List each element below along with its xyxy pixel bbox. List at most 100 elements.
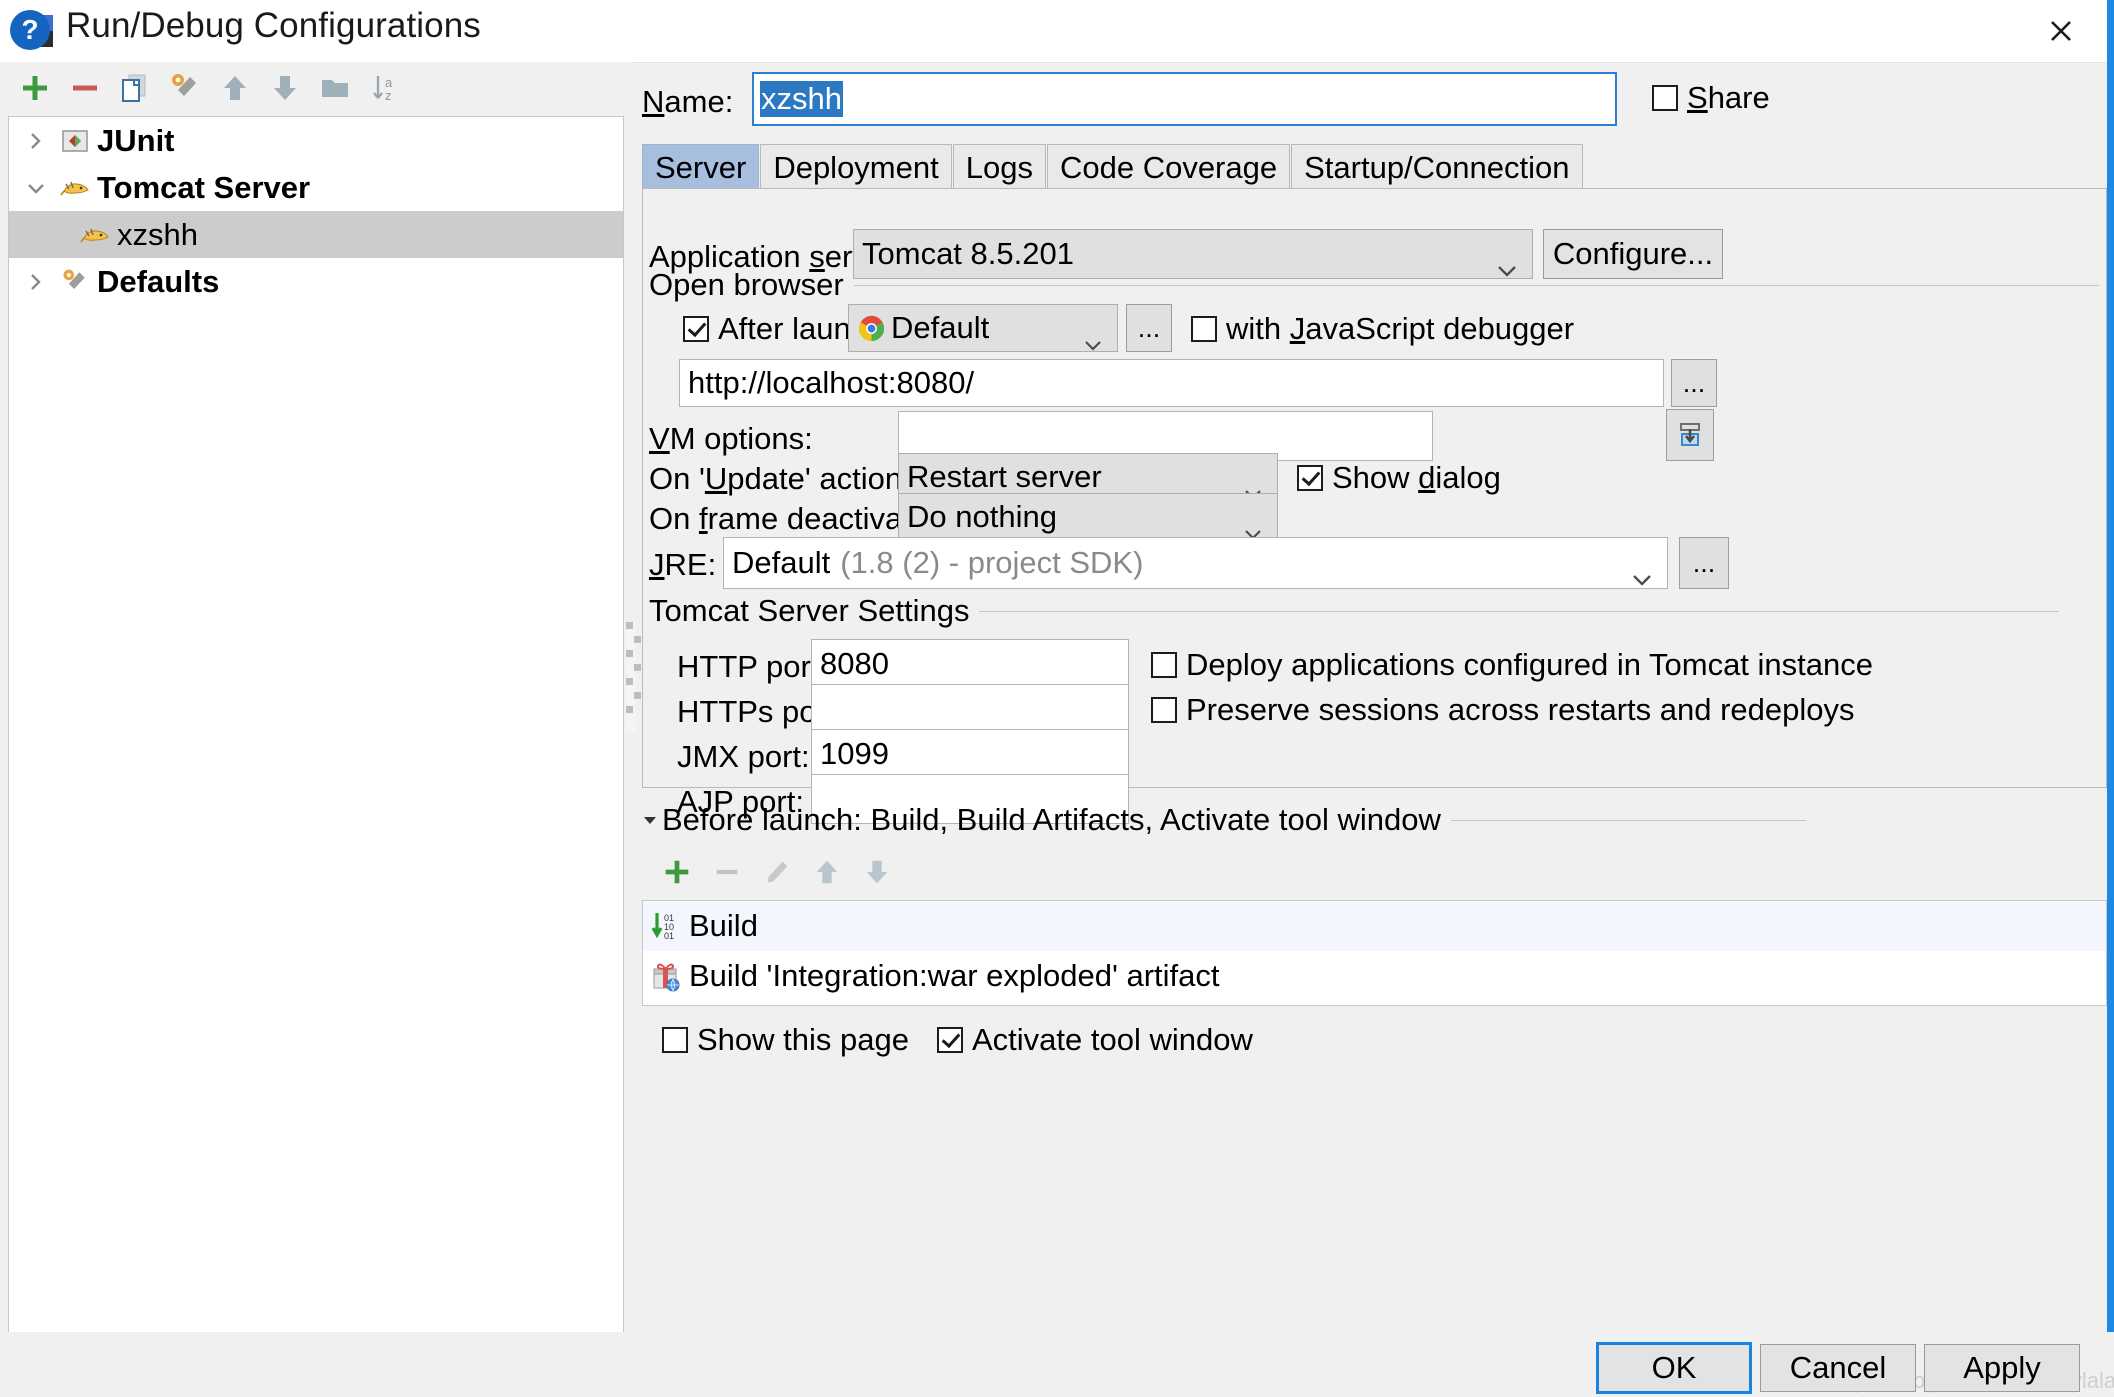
svg-text:01: 01 <box>664 931 674 941</box>
tomcat-icon <box>55 168 95 208</box>
before-launch-task-label: Build 'Integration:war exploded' artifac… <box>689 958 1220 993</box>
share-checkbox-box[interactable] <box>1652 85 1678 111</box>
before-launch-title[interactable]: Before launch: Build, Build Artifacts, A… <box>642 802 1806 838</box>
move-up-button[interactable] <box>210 66 260 110</box>
before-launch-task-list[interactable]: 01 10 01 Build Build 'Integration:war ex… <box>642 900 2107 1006</box>
js-debugger-checkbox[interactable]: with JavaScript debugger <box>1191 311 1574 347</box>
tree-item-label: JUnit <box>97 122 175 158</box>
on-frame-deactivation-value: Do nothing <box>907 499 1057 534</box>
http-port-value: 8080 <box>820 646 889 681</box>
deploy-applications-label: Deploy applications configured in Tomcat… <box>1186 647 1873 682</box>
activate-tool-window-checkbox[interactable]: Activate tool window <box>936 1022 1253 1058</box>
create-folder-button[interactable] <box>310 66 360 110</box>
wrench-icon <box>55 262 95 302</box>
tomcat-settings-group-title: Tomcat Server Settings <box>649 593 2099 629</box>
splitter-grip[interactable] <box>626 622 641 732</box>
edit-task-button[interactable] <box>752 850 802 894</box>
tab-deployment[interactable]: Deployment <box>760 144 952 190</box>
tree-item-xzshh[interactable]: xzshh <box>9 211 623 258</box>
configurations-panel: a z JUnit Tomcat Server xzshh Defaults <box>0 62 632 1356</box>
browser-url-input[interactable]: http://localhost:8080/ <box>679 359 1664 407</box>
move-task-down-button[interactable] <box>852 850 902 894</box>
show-this-page-checkbox[interactable]: Show this page <box>662 1022 909 1058</box>
remove-configuration-button[interactable] <box>60 66 110 110</box>
before-launch-task-build[interactable]: 01 10 01 Build <box>643 901 2106 951</box>
ok-button[interactable]: OK <box>1596 1342 1752 1394</box>
dialog-title: Run/Debug Configurations <box>66 6 481 45</box>
add-configuration-button[interactable] <box>10 66 60 110</box>
tab-server[interactable]: Server <box>642 144 760 190</box>
configuration-editor-panel: Name: xzshh Share Server Deployment Logs… <box>642 62 2107 1332</box>
add-task-button[interactable] <box>652 850 702 894</box>
vm-options-expand-button[interactable] <box>1666 409 1714 461</box>
preserve-sessions-checkbox[interactable]: Preserve sessions across restarts and re… <box>1151 692 1855 728</box>
share-checkbox[interactable]: Share <box>1652 80 1770 116</box>
chevron-down-icon <box>1631 558 1653 594</box>
cancel-button[interactable]: Cancel <box>1760 1344 1916 1392</box>
copy-configuration-button[interactable] <box>110 66 160 110</box>
svg-text:z: z <box>385 88 392 103</box>
browser-combo[interactable]: Default <box>848 304 1118 352</box>
edit-defaults-button[interactable] <box>160 66 210 110</box>
preserve-sessions-checkbox-box[interactable] <box>1151 697 1177 723</box>
chevron-right-icon[interactable] <box>17 117 55 164</box>
tree-item-tomcat-server[interactable]: Tomcat Server <box>9 164 623 211</box>
chevron-right-icon[interactable] <box>17 258 55 305</box>
deploy-applications-checkbox-box[interactable] <box>1151 652 1177 678</box>
move-down-button[interactable] <box>260 66 310 110</box>
http-port-input[interactable]: 8080 <box>811 639 1129 689</box>
tree-item-label: Tomcat Server <box>97 169 311 205</box>
jre-value: Default <box>732 545 831 580</box>
jmx-port-input[interactable]: 1099 <box>811 729 1129 779</box>
tomcat-settings-group-label: Tomcat Server Settings <box>649 593 970 628</box>
chevron-down-icon <box>1083 323 1103 359</box>
deploy-applications-checkbox[interactable]: Deploy applications configured in Tomcat… <box>1151 647 1873 683</box>
vm-options-label: VM options: <box>649 421 813 456</box>
build-icon: 01 10 01 <box>647 906 685 946</box>
js-debugger-checkbox-box[interactable] <box>1191 316 1217 342</box>
before-launch-task-artifact[interactable]: Build 'Integration:war exploded' artifac… <box>643 951 2106 1001</box>
show-this-page-checkbox-box[interactable] <box>662 1027 688 1053</box>
window-edge-accent <box>2107 0 2114 1397</box>
tree-item-defaults[interactable]: Defaults <box>9 258 623 305</box>
show-this-page-label: Show this page <box>697 1022 909 1057</box>
name-label: Name: <box>642 84 734 119</box>
expand-editor-icon <box>1680 423 1700 446</box>
before-launch-title-label: Before launch: Build, Build Artifacts, A… <box>662 802 1441 837</box>
tree-item-label: Defaults <box>97 263 220 299</box>
on-frame-deactivation-combo[interactable]: Do nothing <box>898 493 1278 541</box>
chevron-down-icon[interactable] <box>17 164 55 211</box>
show-dialog-checkbox-box[interactable] <box>1297 465 1323 491</box>
after-launch-checkbox-box[interactable] <box>683 316 709 342</box>
name-row: Name: xzshh Share <box>642 72 2107 128</box>
editor-tabs[interactable]: Server Deployment Logs Code Coverage Sta… <box>642 140 2107 190</box>
jmx-port-value: 1099 <box>820 736 889 771</box>
close-icon[interactable] <box>2018 0 2104 62</box>
before-launch-options: Show this page Activate tool window <box>662 1022 1281 1058</box>
tab-code-coverage[interactable]: Code Coverage <box>1046 144 1291 190</box>
https-port-input[interactable] <box>811 684 1129 734</box>
jre-combo[interactable]: Default (1.8 (2) - project SDK) <box>723 537 1668 589</box>
before-launch-toolbar <box>652 850 902 894</box>
tree-item-junit[interactable]: JUnit <box>9 117 623 164</box>
remove-task-button[interactable] <box>702 850 752 894</box>
tab-startup-connection[interactable]: Startup/Connection <box>1291 144 1583 190</box>
move-task-up-button[interactable] <box>802 850 852 894</box>
activate-tool-window-checkbox-box[interactable] <box>936 1027 963 1053</box>
browser-browse-button[interactable]: ... <box>1126 304 1172 352</box>
server-tab-pane: Application server: Tomcat 8.5.201 Confi… <box>642 188 2107 824</box>
show-dialog-checkbox[interactable]: Show dialog <box>1297 460 1501 496</box>
configurations-tree[interactable]: JUnit Tomcat Server xzshh Defaults <box>8 116 624 1356</box>
sort-configurations-button[interactable]: a z <box>360 66 410 110</box>
http-port-label: HTTP port: <box>677 649 829 684</box>
help-button[interactable]: ? <box>10 10 50 50</box>
browser-url-browse-button[interactable]: ... <box>1671 359 1717 407</box>
junit-icon <box>55 121 95 161</box>
jre-browse-button[interactable]: ... <box>1679 537 1729 589</box>
name-input[interactable]: xzshh <box>752 72 1617 126</box>
apply-button[interactable]: Apply <box>1924 1344 2080 1392</box>
tab-logs[interactable]: Logs <box>952 144 1046 190</box>
panel-splitter[interactable] <box>620 62 642 1332</box>
activate-tool-window-label: Activate tool window <box>971 1022 1253 1057</box>
triangle-down-icon[interactable] <box>642 812 658 828</box>
